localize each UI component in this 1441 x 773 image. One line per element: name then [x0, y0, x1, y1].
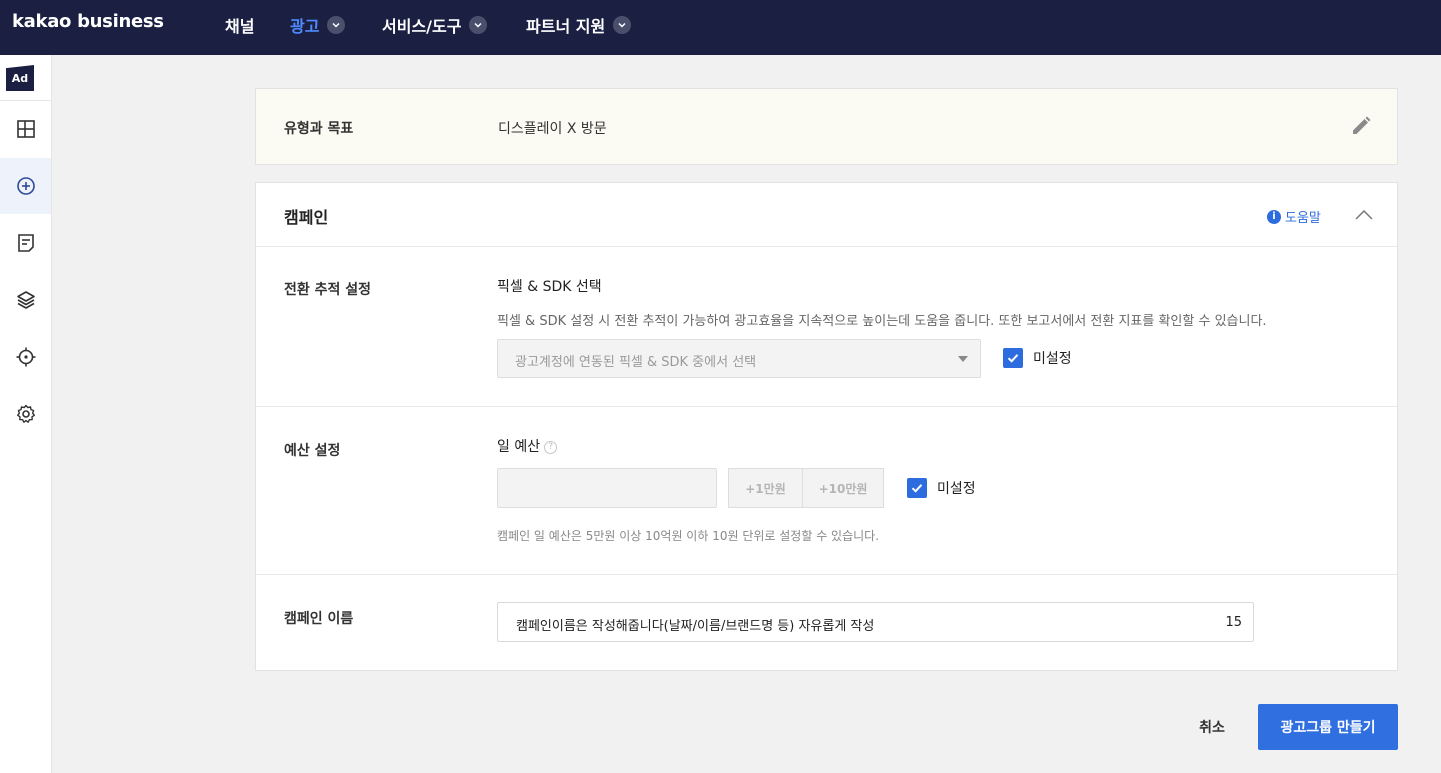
checkmark-icon: [907, 478, 927, 498]
chevron-down-icon: [327, 16, 346, 34]
chevron-down-icon: [469, 16, 488, 34]
pixel-sdk-select[interactable]: 광고계정에 연동된 픽셀 & SDK 중에서 선택: [497, 339, 981, 378]
nav-partner-support-label: 파트너 지원: [526, 17, 606, 36]
caret-down-icon: [958, 356, 968, 362]
nav-ads-label: 광고: [290, 17, 320, 36]
pencil-icon[interactable]: [1349, 114, 1373, 138]
goal-label: 유형과 목표: [284, 121, 354, 137]
chevron-up-icon[interactable]: [1354, 207, 1374, 223]
budget-label: 예산 설정: [284, 443, 341, 459]
nav-ads[interactable]: 광고: [290, 13, 346, 37]
ad-logo[interactable]: Ad: [6, 65, 34, 91]
dashboard-icon[interactable]: [0, 101, 51, 157]
info-icon: i: [1267, 209, 1281, 224]
campaign-header: 캠페인 i 도움말: [256, 183, 1397, 247]
question-icon[interactable]: ?: [544, 440, 558, 454]
pixel-sdk-select-placeholder: 광고계정에 연동된 픽셀 & SDK 중에서 선택: [515, 355, 757, 370]
campaign-name-value: 캠페인이름은 작성해줍니다(날짜/이름/브랜드명 등) 자유롭게 작성: [516, 619, 875, 634]
nav-channel[interactable]: 채널: [225, 13, 254, 37]
checkmark-icon: [1003, 348, 1023, 368]
create-adgroup-button[interactable]: 광고그룹 만들기: [1258, 704, 1398, 750]
campaign-name-input[interactable]: 캠페인이름은 작성해줍니다(날짜/이름/브랜드명 등) 자유롭게 작성 15: [497, 602, 1254, 642]
conversion-label: 전환 추적 설정: [284, 282, 372, 298]
target-icon[interactable]: [0, 329, 51, 385]
campaign-name-section: 캠페인 이름 캠페인이름은 작성해줍니다(날짜/이름/브랜드명 등) 자유롭게 …: [256, 575, 1397, 671]
nav-services-tools[interactable]: 서비스/도구: [382, 13, 488, 37]
pixel-unset-checkbox[interactable]: 미설정: [1003, 348, 1072, 368]
cancel-button[interactable]: 취소: [1183, 705, 1241, 749]
layers-icon[interactable]: [0, 272, 51, 328]
add-100k-button[interactable]: +10만원: [802, 468, 884, 508]
conversion-tracking-section: 전환 추적 설정 픽셀 & SDK 선택 픽셀 & SDK 설정 시 전환 추적…: [256, 247, 1397, 407]
side-rail: Ad: [0, 55, 52, 773]
nav-partner-support[interactable]: 파트너 지원: [526, 13, 632, 37]
campaign-name-label: 캠페인 이름: [284, 611, 354, 627]
budget-section: 예산 설정 일 예산? +1만원 +10만원 미설정 캠페인 일 예산은 5만원…: [256, 407, 1397, 575]
nav-channel-label: 채널: [225, 17, 255, 36]
add-circle-icon[interactable]: [0, 158, 51, 214]
daily-budget-subtitle: 일 예산?: [497, 436, 558, 456]
campaign-name-char-count: 15: [1225, 615, 1242, 630]
settings-icon[interactable]: [0, 386, 51, 442]
campaign-title: 캠페인: [284, 208, 329, 227]
budget-unset-label: 미설정: [937, 481, 976, 497]
help-link[interactable]: i 도움말: [1267, 207, 1321, 226]
report-icon[interactable]: [0, 215, 51, 271]
top-navigation-bar: kakao business 채널 광고 서비스/도구 파트너 지원: [0, 0, 1441, 55]
campaign-card: 캠페인 i 도움말 전환 추적 설정 픽셀 & SDK 선택 픽셀 & SDK …: [255, 182, 1398, 671]
budget-hint: 캠페인 일 예산은 5만원 이상 10억원 이하 10원 단위로 설정할 수 있…: [497, 529, 880, 543]
nav-services-tools-label: 서비스/도구: [382, 17, 462, 36]
goal-value: 디스플레이 X 방문: [498, 121, 607, 137]
pixel-sdk-subtitle: 픽셀 & SDK 선택: [497, 279, 602, 295]
brand-logo[interactable]: kakao business: [12, 11, 164, 32]
goal-summary-card: 유형과 목표 디스플레이 X 방문: [255, 88, 1398, 165]
chevron-down-icon: [613, 16, 632, 34]
add-10k-button[interactable]: +1만원: [728, 468, 803, 508]
pixel-unset-label: 미설정: [1033, 351, 1072, 367]
help-label: 도움말: [1285, 211, 1321, 226]
daily-budget-label: 일 예산: [497, 439, 541, 455]
budget-unset-checkbox[interactable]: 미설정: [907, 478, 976, 498]
pixel-sdk-description: 픽셀 & SDK 설정 시 전환 추적이 가능하여 광고효율을 지속적으로 높이…: [497, 314, 1267, 329]
daily-budget-input[interactable]: [497, 468, 717, 508]
